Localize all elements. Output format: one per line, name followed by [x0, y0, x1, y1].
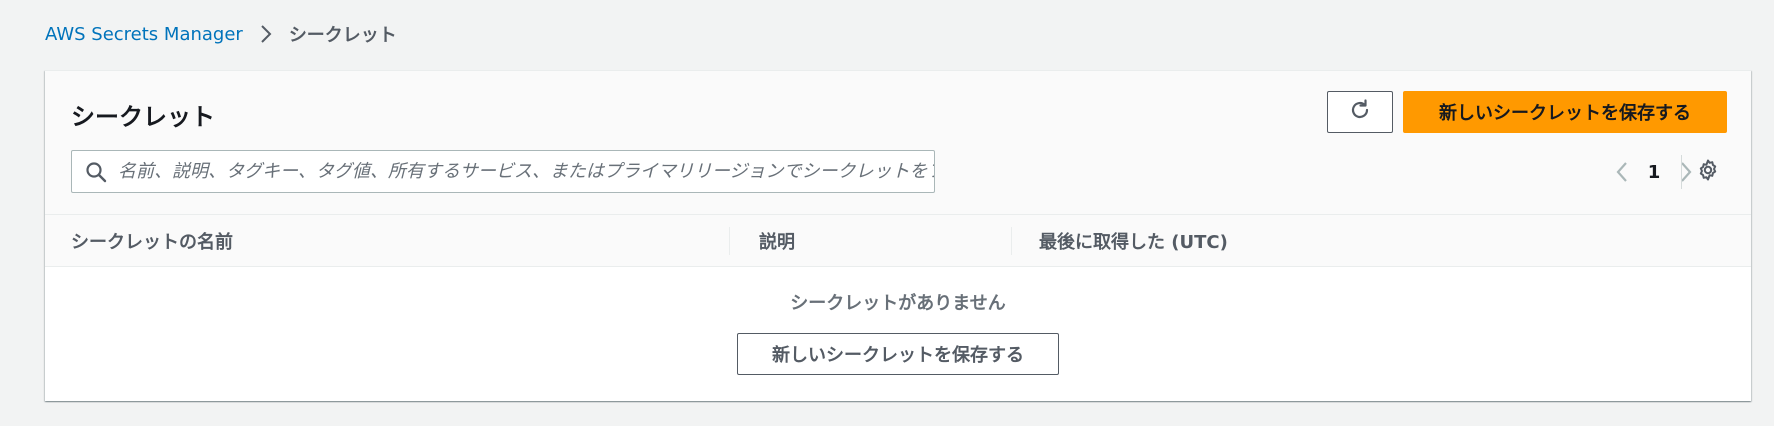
secrets-panel: シークレット 新しいシークレットを保存する 1	[45, 70, 1751, 401]
panel-header: シークレット 新しいシークレットを保存する 1	[45, 71, 1751, 215]
column-header-last-retrieved[interactable]: 最後に取得した (UTC)	[1039, 215, 1228, 267]
refresh-button[interactable]	[1327, 91, 1393, 133]
page-number[interactable]: 1	[1637, 162, 1671, 183]
preferences-button[interactable]	[1693, 157, 1723, 187]
search-input[interactable]	[118, 161, 934, 182]
column-divider	[729, 227, 730, 255]
breadcrumb-current: シークレット	[288, 25, 397, 46]
store-new-secret-button[interactable]: 新しいシークレットを保存する	[1403, 91, 1727, 133]
panel-title: シークレット	[71, 103, 215, 131]
pagination-divider	[1681, 155, 1682, 189]
previous-page-icon[interactable]	[1607, 157, 1637, 187]
chevron-right-icon	[255, 24, 277, 44]
search-field[interactable]	[71, 150, 935, 193]
empty-state-store-secret-button[interactable]: 新しいシークレットを保存する	[737, 333, 1059, 375]
empty-state-message: シークレットがありません	[790, 293, 1006, 314]
gear-icon	[1696, 158, 1720, 186]
pagination: 1	[1607, 157, 1701, 187]
search-icon	[84, 160, 108, 184]
breadcrumb: AWS Secrets Manager シークレット	[45, 20, 397, 48]
column-header-description[interactable]: 説明	[759, 215, 795, 267]
table-header: シークレットの名前 説明 最後に取得した (UTC)	[45, 215, 1751, 267]
refresh-icon	[1348, 98, 1372, 126]
column-header-name[interactable]: シークレットの名前	[71, 215, 233, 267]
breadcrumb-root-link[interactable]: AWS Secrets Manager	[45, 24, 243, 45]
column-divider	[1011, 227, 1012, 255]
